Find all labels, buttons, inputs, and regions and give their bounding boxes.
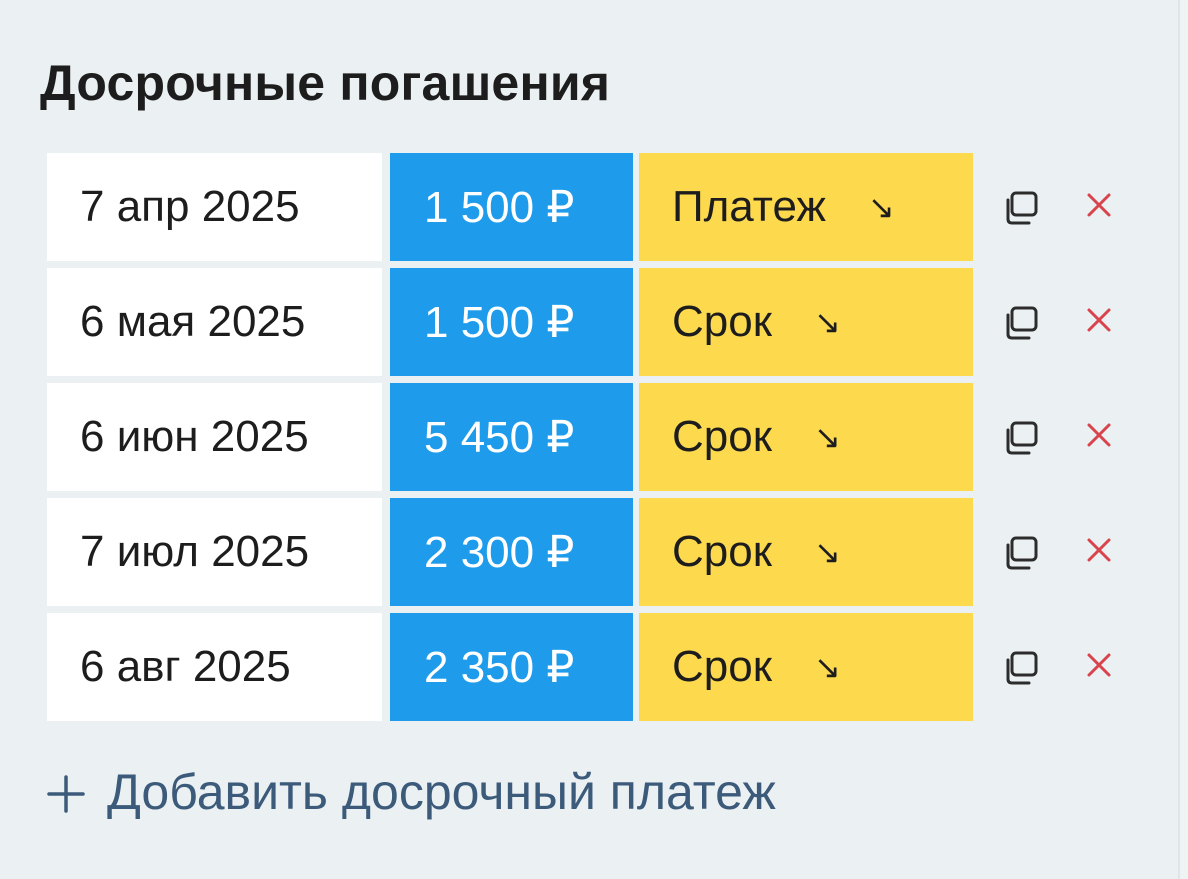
section-title: Досрочные погашения <box>40 55 611 111</box>
repayment-row: 7 апр 2025 1 500 ₽ Платеж ↘ <box>47 153 1111 261</box>
date-cell[interactable]: 7 июл 2025 <box>47 498 382 606</box>
close-icon[interactable] <box>1085 536 1113 564</box>
amount-cell[interactable]: 1 500 ₽ <box>390 268 633 376</box>
type-select[interactable]: Платеж ↘ <box>639 153 973 261</box>
amount-cell[interactable]: 1 500 ₽ <box>390 153 633 261</box>
copy-icon[interactable] <box>1002 305 1040 341</box>
type-select[interactable]: Срок ↘ <box>639 383 973 491</box>
arrow-down-right-icon: ↘ <box>813 304 841 340</box>
type-label: Срок <box>672 297 772 346</box>
date-cell[interactable]: 6 авг 2025 <box>47 613 382 721</box>
add-early-payment-button[interactable]: Добавить досрочный платеж <box>45 763 776 821</box>
repayment-row: 6 мая 2025 1 500 ₽ Срок ↘ <box>47 268 1111 376</box>
arrow-down-right-icon: ↘ <box>813 649 841 685</box>
date-cell[interactable]: 6 июн 2025 <box>47 383 382 491</box>
repayment-row: 6 авг 2025 2 350 ₽ Срок ↘ <box>47 613 1111 721</box>
type-select[interactable]: Срок ↘ <box>639 613 973 721</box>
close-icon[interactable] <box>1085 651 1113 679</box>
amount-cell[interactable]: 2 350 ₽ <box>390 613 633 721</box>
type-label: Срок <box>672 527 772 576</box>
close-icon[interactable] <box>1085 191 1113 219</box>
repayments-list: 7 апр 2025 1 500 ₽ Платеж ↘ 6 мая 2025 1… <box>47 153 1111 728</box>
type-select[interactable]: Срок ↘ <box>639 498 973 606</box>
repayment-row: 7 июл 2025 2 300 ₽ Срок ↘ <box>47 498 1111 606</box>
early-repayments-panel: Досрочные погашения 7 апр 2025 1 500 ₽ П… <box>0 0 1180 879</box>
copy-icon[interactable] <box>1002 420 1040 456</box>
close-icon[interactable] <box>1085 421 1113 449</box>
add-early-payment-label: Добавить досрочный платеж <box>107 764 776 820</box>
type-label: Платеж <box>672 182 826 231</box>
close-icon[interactable] <box>1085 306 1113 334</box>
arrow-down-right-icon: ↘ <box>813 534 841 570</box>
type-select[interactable]: Срок ↘ <box>639 268 973 376</box>
type-label: Срок <box>672 642 772 691</box>
amount-cell[interactable]: 5 450 ₽ <box>390 383 633 491</box>
copy-icon[interactable] <box>1002 535 1040 571</box>
date-cell[interactable]: 7 апр 2025 <box>47 153 382 261</box>
amount-cell[interactable]: 2 300 ₽ <box>390 498 633 606</box>
type-label: Срок <box>672 412 772 461</box>
arrow-down-right-icon: ↘ <box>813 419 841 455</box>
date-cell[interactable]: 6 мая 2025 <box>47 268 382 376</box>
arrow-down-right-icon: ↘ <box>867 189 895 225</box>
copy-icon[interactable] <box>1002 650 1040 686</box>
repayment-row: 6 июн 2025 5 450 ₽ Срок ↘ <box>47 383 1111 491</box>
plus-icon <box>47 775 85 813</box>
copy-icon[interactable] <box>1002 190 1040 226</box>
